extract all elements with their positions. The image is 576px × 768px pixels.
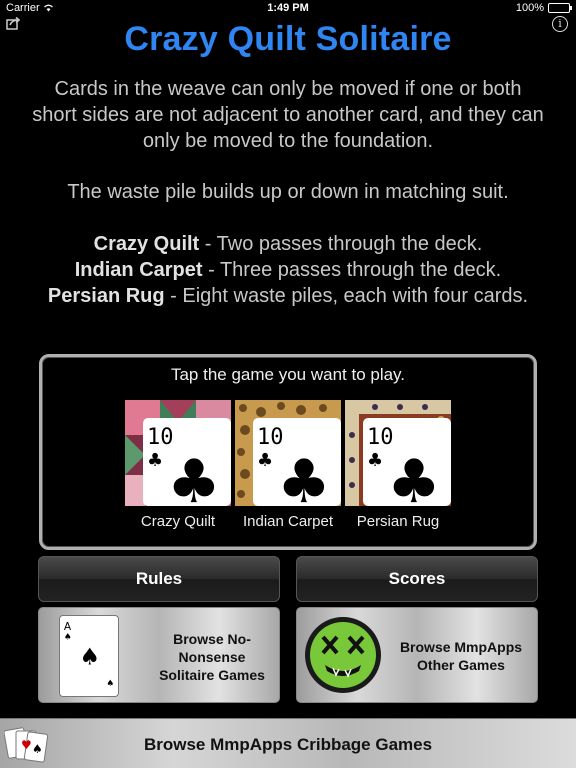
variant-persian-rug: Persian Rug - Eight waste piles, each wi… <box>47 285 529 307</box>
battery-indicator: 100% <box>515 2 572 14</box>
scores-button[interactable]: Scores <box>296 556 538 602</box>
browse-other-games-button[interactable]: Browse MmpApps Other Games <box>296 607 538 703</box>
page-title: Crazy Quilt Solitaire <box>124 20 452 58</box>
svg-text:♣: ♣ <box>257 450 273 471</box>
playing-card-ten-clubs: 10 ♣ ♣ <box>363 418 451 506</box>
browse-cribbage-label: Browse MmpApps Cribbage Games <box>143 735 433 754</box>
game-picker: Tap the game you want to play. 10 ♣ ♣ Cr… <box>39 354 537 550</box>
status-bar: Carrier 1:49 PM 100% <box>0 0 576 18</box>
picker-prompt: Tap the game you want to play. <box>170 365 406 384</box>
browse-no-nonsense-label: Browse No-Nonsense Solitaire Games <box>159 631 265 683</box>
browse-other-label: Browse MmpApps Other Games <box>399 639 523 673</box>
svg-text:♠: ♠ <box>106 679 114 689</box>
browse-no-nonsense-button[interactable]: A ♠ ♠ ♠ Browse No-Nonsense Solitaire Gam… <box>38 607 280 703</box>
mmpapps-logo-icon <box>305 617 381 693</box>
rules-button[interactable]: Rules <box>38 556 280 602</box>
battery-percent: 100% <box>515 2 544 14</box>
game-persian-rug[interactable]: 10 ♣ ♣ Persian Rug <box>345 400 451 538</box>
rules-description: Cards in the weave can only be moved if … <box>32 78 544 152</box>
svg-text:♣: ♣ <box>367 450 383 471</box>
svg-text:♣: ♣ <box>167 447 221 506</box>
svg-text:♠: ♠ <box>64 633 72 643</box>
variants-description: Crazy Quilt - Two passes through the dec… <box>30 231 546 309</box>
svg-text:A: A <box>64 620 72 633</box>
svg-text:♣: ♣ <box>147 450 163 471</box>
waste-pile-description: The waste pile builds up or down in matc… <box>67 181 509 203</box>
playing-card-ten-clubs: 10 ♣ ♣ <box>253 418 341 506</box>
variant-indian-carpet: Indian Carpet - Three passes through the… <box>74 259 502 281</box>
browse-cribbage-button[interactable]: ♥ ♠ Browse MmpApps Cribbage Games <box>0 718 576 768</box>
svg-text:♠: ♠ <box>79 644 100 671</box>
svg-text:♣: ♣ <box>387 447 441 506</box>
ace-of-spades-icon: A ♠ ♠ ♠ <box>59 615 119 697</box>
playing-card-ten-clubs: 10 ♣ ♣ <box>143 418 231 506</box>
variant-crazy-quilt: Crazy Quilt - Two passes through the dec… <box>93 233 483 255</box>
svg-text:♣: ♣ <box>277 447 331 506</box>
battery-icon <box>548 3 572 13</box>
game-label: Persian Rug <box>356 513 440 530</box>
status-time: 1:49 PM <box>267 2 309 14</box>
